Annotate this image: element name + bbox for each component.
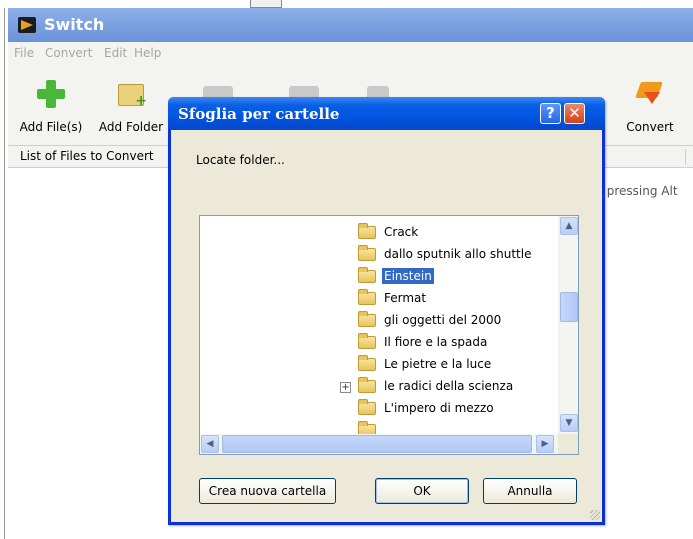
app-title-bar[interactable]: Switch bbox=[8, 8, 693, 42]
menu-edit[interactable]: Edit bbox=[104, 46, 127, 60]
column-divider bbox=[685, 149, 686, 165]
folder-name: dallo sputnik allo shuttle bbox=[384, 247, 532, 261]
folder-icon bbox=[358, 289, 376, 305]
scroll-down-icon[interactable]: ▼ bbox=[560, 414, 578, 432]
horizontal-scrollbar[interactable]: ◀ ▶ bbox=[200, 434, 558, 454]
folder-icon bbox=[358, 399, 376, 415]
app-title: Switch bbox=[44, 15, 105, 34]
add-folder-button[interactable]: Add Folder bbox=[92, 66, 170, 146]
scroll-right-icon[interactable]: ▶ bbox=[536, 435, 554, 453]
convert-label: Convert bbox=[626, 120, 674, 134]
scroll-left-icon[interactable]: ◀ bbox=[201, 435, 219, 453]
folder-name: L'impero di mezzo bbox=[384, 401, 494, 415]
menu-help[interactable]: Help bbox=[134, 46, 161, 60]
add-plus-icon bbox=[37, 80, 65, 108]
vertical-scroll-thumb[interactable] bbox=[560, 292, 578, 322]
folder-icon bbox=[358, 333, 376, 349]
switch-logo-icon bbox=[18, 17, 36, 33]
resize-grip-icon[interactable] bbox=[590, 510, 600, 520]
folder-name: Einstein bbox=[382, 268, 434, 284]
add-files-label: Add File(s) bbox=[19, 120, 83, 134]
folder-icon bbox=[358, 377, 376, 393]
menu-file[interactable]: File bbox=[14, 46, 34, 60]
help-button[interactable]: ? bbox=[540, 103, 561, 124]
new-folder-button[interactable]: Crea nuova cartella bbox=[199, 478, 336, 504]
dialog-caption: Locate folder... bbox=[196, 153, 285, 167]
folder-icon bbox=[358, 421, 376, 434]
scrollbar-corner bbox=[558, 434, 578, 454]
browse-folder-dialog: Sfoglia per cartelle ? ✕ Locate folder..… bbox=[168, 97, 605, 525]
dialog-title-bar[interactable]: Sfoglia per cartelle ? ✕ bbox=[168, 97, 605, 130]
expand-toggle-icon[interactable]: + bbox=[340, 382, 351, 393]
menu-convert[interactable]: Convert bbox=[45, 46, 92, 60]
folder-name: Il fiore e la spada bbox=[384, 335, 488, 349]
folder-icon bbox=[358, 245, 376, 261]
folder-name: Crack bbox=[384, 225, 419, 239]
file-list-column-header[interactable]: List of Files to Convert bbox=[20, 149, 154, 163]
close-button[interactable]: ✕ bbox=[564, 103, 585, 124]
folder-tree[interactable]: Crack dallo sputnik allo shuttle Einstei… bbox=[199, 215, 579, 455]
folder-name: Fermat bbox=[384, 291, 427, 305]
convert-button[interactable]: Convert bbox=[612, 66, 688, 146]
scroll-up-icon[interactable]: ▲ bbox=[560, 217, 578, 235]
menu-bar: File Convert Edit Help bbox=[8, 42, 693, 66]
folder-icon bbox=[358, 355, 376, 371]
folder-icon bbox=[358, 267, 376, 283]
horizontal-scroll-thumb[interactable] bbox=[222, 435, 532, 453]
add-files-button[interactable]: Add File(s) bbox=[14, 66, 88, 146]
folder-name: gli oggetti del 2000 bbox=[384, 313, 502, 327]
window-edge-tab bbox=[250, 0, 282, 8]
add-folder-icon bbox=[118, 84, 147, 109]
add-folder-label: Add Folder bbox=[98, 120, 164, 134]
window-left-border bbox=[4, 8, 5, 539]
hint-text: r pressing Alt bbox=[598, 184, 678, 198]
convert-icon bbox=[636, 80, 664, 106]
ok-button[interactable]: OK bbox=[375, 478, 469, 504]
dialog-title: Sfoglia per cartelle bbox=[178, 105, 340, 123]
vertical-scrollbar[interactable]: ▲ ▼ bbox=[558, 216, 578, 434]
folder-tree-items: Crack dallo sputnik allo shuttle Einstei… bbox=[200, 216, 558, 434]
folder-name: Le pietre e la luce bbox=[384, 357, 492, 371]
folder-name: le radici della scienza bbox=[384, 379, 514, 393]
folder-icon bbox=[358, 223, 376, 239]
cancel-button[interactable]: Annulla bbox=[483, 478, 577, 504]
folder-icon bbox=[358, 311, 376, 327]
